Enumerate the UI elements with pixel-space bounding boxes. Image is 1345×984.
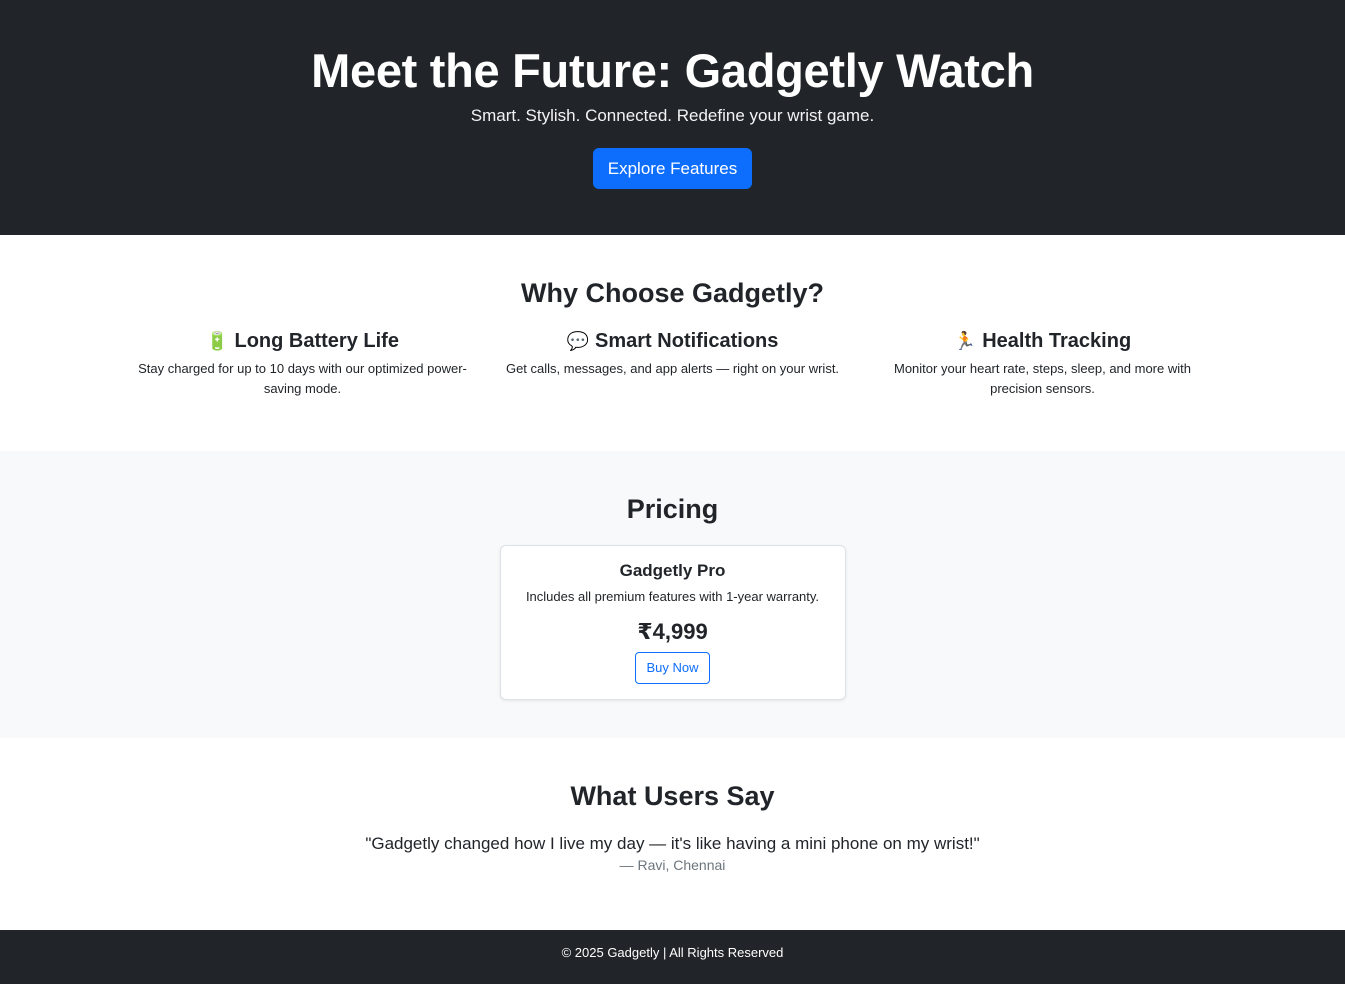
testimonial-author: — Ravi, Chennai (619, 857, 726, 873)
feature-title: 🔋 Long Battery Life (130, 329, 476, 353)
feature-battery: 🔋 Long Battery Life Stay charged for up t… (118, 329, 488, 399)
footer-text: © 2025 Gadgetly | All Rights Reserved (561, 945, 784, 960)
testimonials-section: What Users Say "Gadgetly changed how I l… (0, 738, 1345, 930)
pricing-card: Gadgetly Pro Includes all premium featur… (499, 545, 846, 700)
features-section: Why Choose Gadgetly? 🔋 Long Battery Life … (0, 235, 1345, 451)
runner-icon: 🏃 (953, 331, 977, 351)
pricing-heading: Pricing (626, 494, 719, 524)
testimonials-heading: What Users Say (570, 781, 775, 811)
battery-icon: 🔋 (206, 331, 229, 351)
feature-title: 🏃 Health Tracking (870, 329, 1216, 353)
hero-tagline: Smart. Stylish. Connected. Redefine your… (470, 106, 875, 125)
plan-description: Includes all premium features with 1-yea… (525, 589, 820, 604)
feature-title-text: Long Battery Life (234, 330, 399, 352)
explore-features-button[interactable]: Explore Features (592, 148, 753, 189)
features-heading: Why Choose Gadgetly? (520, 278, 825, 308)
feature-description: Get calls, messages, and app alerts — ri… (505, 361, 840, 376)
hero-section: Meet the Future: Gadgetly Watch Smart. S… (0, 0, 1345, 235)
pricing-section: Pricing Gadgetly Pro Includes all premiu… (0, 451, 1345, 738)
buy-now-button[interactable]: Buy Now (635, 652, 710, 684)
feature-title-text: Health Tracking (982, 330, 1132, 352)
feature-health: 🏃 Health Tracking Monitor your heart rate… (858, 329, 1228, 399)
feature-description: Stay charged for up to 10 days with our … (138, 361, 467, 396)
hero-title: Meet the Future: Gadgetly Watch (311, 44, 1034, 97)
feature-list: 🔋 Long Battery Life Stay charged for up t… (118, 329, 1228, 399)
feature-title: 💬 Smart Notifications (500, 329, 846, 353)
speech-bubble-icon: 💬 (566, 331, 590, 351)
feature-description: Monitor your heart rate, steps, sleep, a… (894, 361, 1191, 396)
feature-notifications: 💬 Smart Notifications Get calls, messages… (488, 329, 858, 399)
testimonial-quote: "Gadgetly changed how I live my day — it… (365, 834, 980, 853)
plan-price: ₹4,999 (637, 619, 708, 644)
plan-name: Gadgetly Pro (619, 561, 726, 580)
footer: © 2025 Gadgetly | All Rights Reserved (0, 930, 1345, 984)
feature-title-text: Smart Notifications (595, 330, 779, 352)
